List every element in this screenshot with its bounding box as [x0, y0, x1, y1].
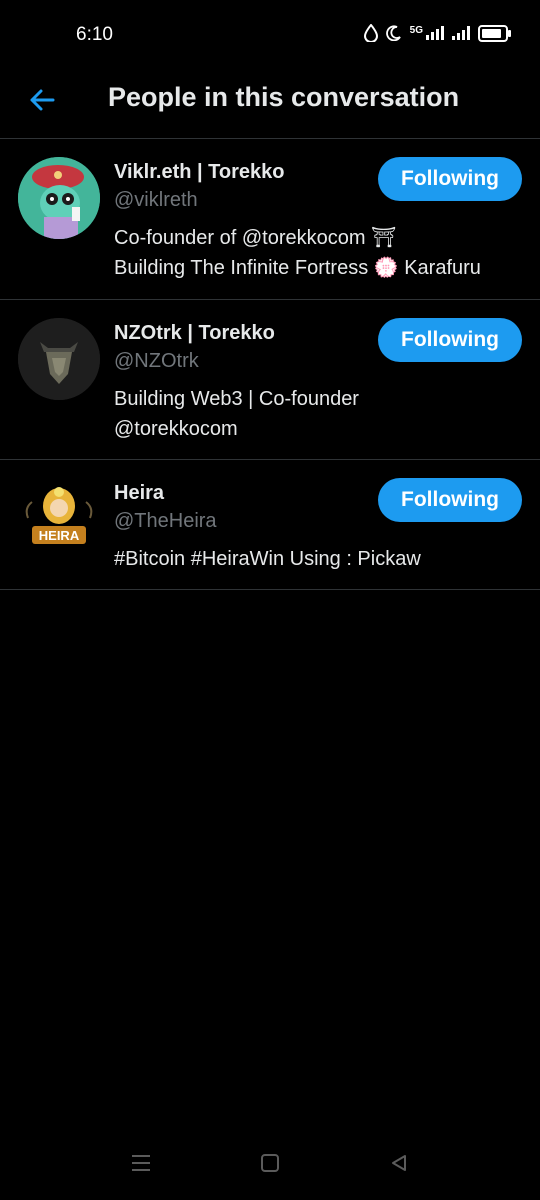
- status-bar: 6:10 5G: [0, 0, 540, 72]
- battery-fill: [482, 28, 501, 38]
- arrow-left-icon: [30, 89, 55, 111]
- home-square-icon: [261, 1154, 279, 1172]
- bio-line: Building The Infinite Fortress 💮 Karafur…: [114, 257, 481, 279]
- person-handle[interactable]: @NZOtrk: [114, 350, 199, 373]
- back-button[interactable]: [22, 80, 62, 120]
- menu-icon: [132, 1155, 150, 1171]
- bio-line: Building Web3 | Co-founder: [114, 388, 359, 410]
- signal-5g-icon: 5G: [410, 26, 444, 40]
- following-button[interactable]: Following: [378, 318, 522, 362]
- network-type-label: 5G: [409, 25, 423, 36]
- bio-line: #Bitcoin #HeiraWin Using : Pickaw: [114, 548, 421, 570]
- back-nav-button[interactable]: [379, 1148, 419, 1178]
- avatar-image: [18, 157, 100, 239]
- person-row-theheira[interactable]: HEIRA Heira @TheHeira #Bitcoin #HeiraWin…: [0, 460, 540, 590]
- person-bio: Building Web3 | Co-founder @torekkocom: [114, 384, 522, 444]
- page-title: People in this conversation: [108, 82, 460, 112]
- status-time: 6:10: [76, 24, 113, 45]
- menu-button[interactable]: [121, 1148, 161, 1178]
- signal-bars-1: [426, 26, 444, 40]
- avatar-image: HEIRA: [18, 478, 100, 560]
- person-row-viklreth[interactable]: Viklr.eth | Torekko @viklreth Co-founder…: [0, 139, 540, 300]
- bio-line: @torekkocom: [114, 418, 238, 440]
- person-name[interactable]: Heira: [114, 482, 164, 505]
- signal-icon: [452, 26, 470, 40]
- avatar[interactable]: [18, 157, 100, 239]
- bio-line: Co-founder of @torekkocom ⛩: [114, 227, 397, 249]
- header: People in this conversation: [0, 72, 540, 139]
- moon-icon: [385, 25, 401, 41]
- water-drop-icon: [363, 24, 378, 42]
- home-button[interactable]: [250, 1148, 290, 1178]
- following-button[interactable]: Following: [378, 157, 522, 201]
- person-bio: #Bitcoin #HeiraWin Using : Pickaw: [114, 544, 522, 574]
- people-list: Viklr.eth | Torekko @viklreth Co-founder…: [0, 139, 540, 590]
- avatar[interactable]: [18, 318, 100, 400]
- status-icons: 5G: [363, 24, 511, 42]
- back-triangle-icon: [392, 1155, 406, 1171]
- person-name[interactable]: Viklr.eth | Torekko: [114, 161, 284, 184]
- avatar-heira-text: HEIRA: [39, 528, 80, 543]
- person-bio: Co-founder of @torekkocom ⛩ Building The…: [114, 223, 522, 283]
- avatar-image: [18, 318, 100, 400]
- person-handle[interactable]: @TheHeira: [114, 510, 217, 533]
- person-name[interactable]: NZOtrk | Torekko: [114, 322, 275, 345]
- system-nav-bar: [0, 1130, 540, 1200]
- following-button[interactable]: Following: [378, 478, 522, 522]
- person-handle[interactable]: @viklreth: [114, 189, 198, 212]
- battery-icon: [478, 24, 511, 42]
- person-row-nzotrk[interactable]: NZOtrk | Torekko @NZOtrk Building Web3 |…: [0, 300, 540, 460]
- avatar[interactable]: HEIRA: [18, 478, 100, 560]
